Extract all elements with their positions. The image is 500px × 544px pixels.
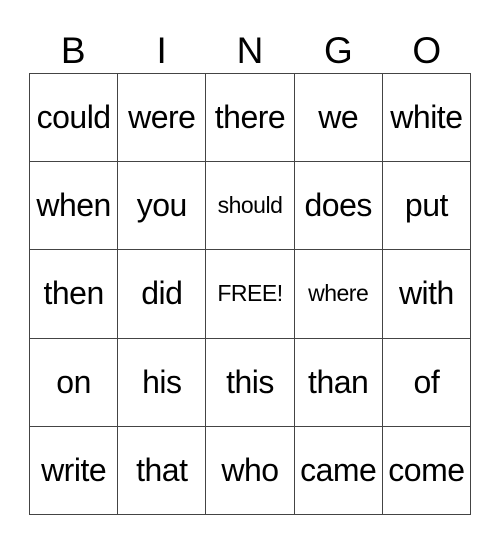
- bingo-cell: on: [30, 338, 119, 427]
- header-letter-b: B: [60, 30, 86, 71]
- bingo-cell: were: [118, 74, 207, 163]
- header-letter-g: G: [324, 30, 353, 71]
- bingo-cell: of: [382, 338, 471, 427]
- bingo-cell: you: [118, 162, 207, 251]
- bingo-cell: where: [294, 250, 383, 339]
- header-letter-n: N: [236, 30, 264, 71]
- header-letter-i: I: [156, 30, 167, 71]
- bingo-cell: there: [206, 74, 295, 163]
- bingo-cell: with: [382, 250, 471, 339]
- bingo-cell: than: [294, 338, 383, 427]
- bingo-cell: did: [118, 250, 207, 339]
- bingo-cell: then: [30, 250, 119, 339]
- bingo-cell: does: [294, 162, 383, 251]
- bingo-cell: FREE!: [206, 250, 295, 339]
- bingo-cell: should: [206, 162, 295, 251]
- bingo-cell: write: [30, 426, 119, 515]
- bingo-cell: this: [206, 338, 295, 427]
- header-letter-o: O: [412, 30, 442, 71]
- bingo-grid: could were there we white when you should does pu…: [29, 73, 471, 515]
- bingo-cell: white: [382, 74, 471, 163]
- bingo-cell: could: [30, 74, 119, 163]
- bingo-cell: that: [118, 426, 207, 515]
- bingo-cell: his: [118, 338, 207, 427]
- bingo-header: B I N G O: [29, 30, 471, 72]
- bingo-cell: came: [294, 426, 383, 515]
- bingo-cell: when: [30, 162, 119, 251]
- bingo-cell: who: [206, 426, 295, 515]
- bingo-cell: put: [382, 162, 471, 251]
- bingo-cell: come: [382, 426, 471, 515]
- bingo-cell: we: [294, 74, 383, 163]
